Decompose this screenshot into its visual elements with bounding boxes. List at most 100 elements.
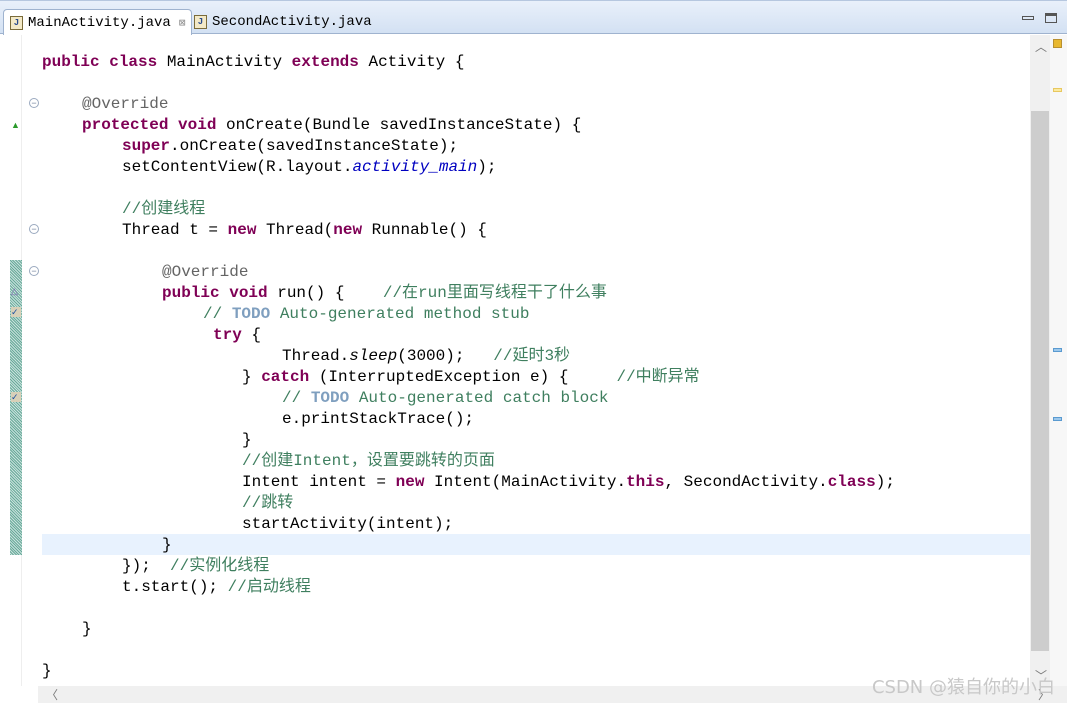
- code-token: e.printStackTrace();: [282, 410, 475, 428]
- override-marker-icon: △: [11, 286, 18, 296]
- code-token: Thread t =: [122, 221, 228, 239]
- code-line[interactable]: setContentView(R.layout.activity_main);: [122, 157, 496, 178]
- code-token: public class: [42, 53, 167, 71]
- java-file-icon: J: [194, 15, 207, 29]
- code-line[interactable]: }: [42, 661, 52, 682]
- code-token: TODO: [310, 389, 350, 407]
- code-token: catch: [261, 368, 319, 386]
- java-file-icon: J: [10, 15, 23, 30]
- code-line[interactable]: startActivity(intent);: [242, 514, 453, 535]
- watermark: CSDN @猿自你的小白: [871, 677, 1055, 698]
- code-line[interactable]: // TODO Auto-generated catch block: [282, 388, 608, 409]
- code-token: {: [251, 326, 262, 344]
- scroll-up-icon[interactable]: ︿: [1035, 38, 1047, 55]
- code-token: run() {: [277, 284, 383, 302]
- overview-ruler: [1050, 35, 1067, 686]
- code-token: protected void: [82, 116, 227, 134]
- code-token: @Override: [82, 95, 169, 113]
- code-line[interactable]: }); //实例化线程: [122, 556, 269, 577]
- code-token: Auto-generated catch block: [349, 389, 609, 407]
- override-marker-icon: ▲: [11, 120, 20, 130]
- code-token: Activity {: [368, 53, 465, 71]
- code-token: MainActivity: [166, 53, 292, 71]
- code-token: Thread(: [266, 221, 334, 239]
- code-token: new: [395, 473, 435, 491]
- code-token: extends: [291, 53, 369, 71]
- task-marker-icon: ✓: [11, 307, 21, 317]
- code-line[interactable]: @Override: [82, 94, 168, 115]
- code-line[interactable]: Intent intent = new Intent(MainActivity.…: [242, 472, 895, 493]
- code-token: TODO: [231, 305, 271, 323]
- fold-collapse-icon[interactable]: −: [29, 266, 39, 276]
- code-token: //跳转: [242, 494, 294, 512]
- code-token: Intent intent =: [242, 473, 396, 491]
- current-line-highlight: [42, 534, 1030, 555]
- code-line[interactable]: Thread.sleep(3000); //延时3秒: [282, 346, 570, 367]
- code-token: Intent(MainActivity.: [434, 473, 627, 491]
- code-token: //: [282, 389, 311, 407]
- code-token: Auto-generated method stub: [270, 305, 530, 323]
- code-token: Runnable() {: [371, 221, 487, 239]
- code-token: .onCreate(savedInstanceState);: [170, 137, 459, 155]
- code-line[interactable]: try {: [213, 325, 261, 346]
- scrollbar-thumb[interactable]: [1031, 111, 1049, 651]
- code-token: //: [203, 305, 232, 323]
- fold-collapse-icon[interactable]: −: [29, 224, 39, 234]
- code-line[interactable]: public class MainActivity extends Activi…: [42, 52, 464, 73]
- minimize-icon[interactable]: [1022, 16, 1034, 20]
- task-marker[interactable]: [1053, 348, 1062, 352]
- tab-label: MainActivity.java: [28, 14, 171, 31]
- code-line[interactable]: super.onCreate(savedInstanceState);: [122, 136, 458, 157]
- tab-label: SecondActivity.java: [212, 14, 372, 30]
- code-token: }: [162, 536, 172, 554]
- code-line[interactable]: } catch (InterruptedException e) { //中断异…: [242, 367, 700, 388]
- task-marker[interactable]: [1053, 417, 1062, 421]
- fold-collapse-icon[interactable]: −: [29, 98, 39, 108]
- code-line[interactable]: // TODO Auto-generated method stub: [203, 304, 529, 325]
- code-token: );: [477, 158, 497, 176]
- code-token: sleep: [349, 347, 398, 365]
- task-marker-icon: ✓: [11, 392, 21, 402]
- code-line[interactable]: @Override: [162, 262, 248, 283]
- editor-tab-bar: J MainActivity.java ⊠ J SecondActivity.j…: [0, 0, 1067, 35]
- code-token: //中断异常: [616, 368, 700, 386]
- code-line[interactable]: public void run() { //在run里面写线程干了什么事: [162, 283, 607, 304]
- code-token: //实例化线程: [170, 557, 270, 575]
- scroll-left-icon[interactable]: 〈: [46, 686, 58, 703]
- code-token: public void: [162, 284, 278, 302]
- code-line[interactable]: //跳转: [242, 493, 293, 514]
- code-token: activity_main: [352, 158, 478, 176]
- code-line[interactable]: //创建Intent，设置要跳转的页面: [242, 451, 495, 472]
- code-token: });: [122, 557, 171, 575]
- code-token: Thread.: [282, 347, 350, 365]
- code-token: this: [626, 473, 665, 491]
- code-line[interactable]: //创建线程: [122, 199, 205, 220]
- code-line[interactable]: protected void onCreate(Bundle savedInst…: [82, 115, 581, 136]
- code-line[interactable]: }: [82, 619, 92, 640]
- tab-second-activity[interactable]: J SecondActivity.java: [188, 9, 378, 35]
- code-line[interactable]: }: [162, 535, 172, 556]
- code-token: , SecondActivity.: [664, 473, 828, 491]
- code-token: setContentView(R.layout.: [122, 158, 353, 176]
- code-token: //启动线程: [227, 578, 311, 596]
- code-line[interactable]: Thread t = new Thread(new Runnable() {: [122, 220, 487, 241]
- code-token: new: [227, 221, 267, 239]
- code-line[interactable]: }: [242, 430, 252, 451]
- code-token: }: [82, 620, 92, 638]
- code-token: //延时3秒: [493, 347, 571, 365]
- code-line[interactable]: t.start(); //启动线程: [122, 577, 311, 598]
- code-token: );: [875, 473, 895, 491]
- change-marker: [10, 260, 22, 555]
- maximize-icon[interactable]: [1045, 13, 1057, 23]
- code-token: super: [122, 137, 171, 155]
- close-tab-icon[interactable]: ⊠: [179, 16, 186, 30]
- code-line[interactable]: e.printStackTrace();: [282, 409, 474, 430]
- code-token: //创建Intent，设置要跳转的页面: [242, 452, 495, 470]
- warning-marker[interactable]: [1053, 39, 1062, 48]
- code-token: t.start();: [122, 578, 228, 596]
- vertical-scrollbar[interactable]: ︿ ﹀: [1030, 35, 1050, 686]
- occurrence-marker[interactable]: [1053, 88, 1062, 92]
- code-token: }: [242, 431, 252, 449]
- tab-main-activity[interactable]: J MainActivity.java ⊠: [3, 9, 193, 35]
- code-token: //在run里面写线程干了什么事: [382, 284, 607, 302]
